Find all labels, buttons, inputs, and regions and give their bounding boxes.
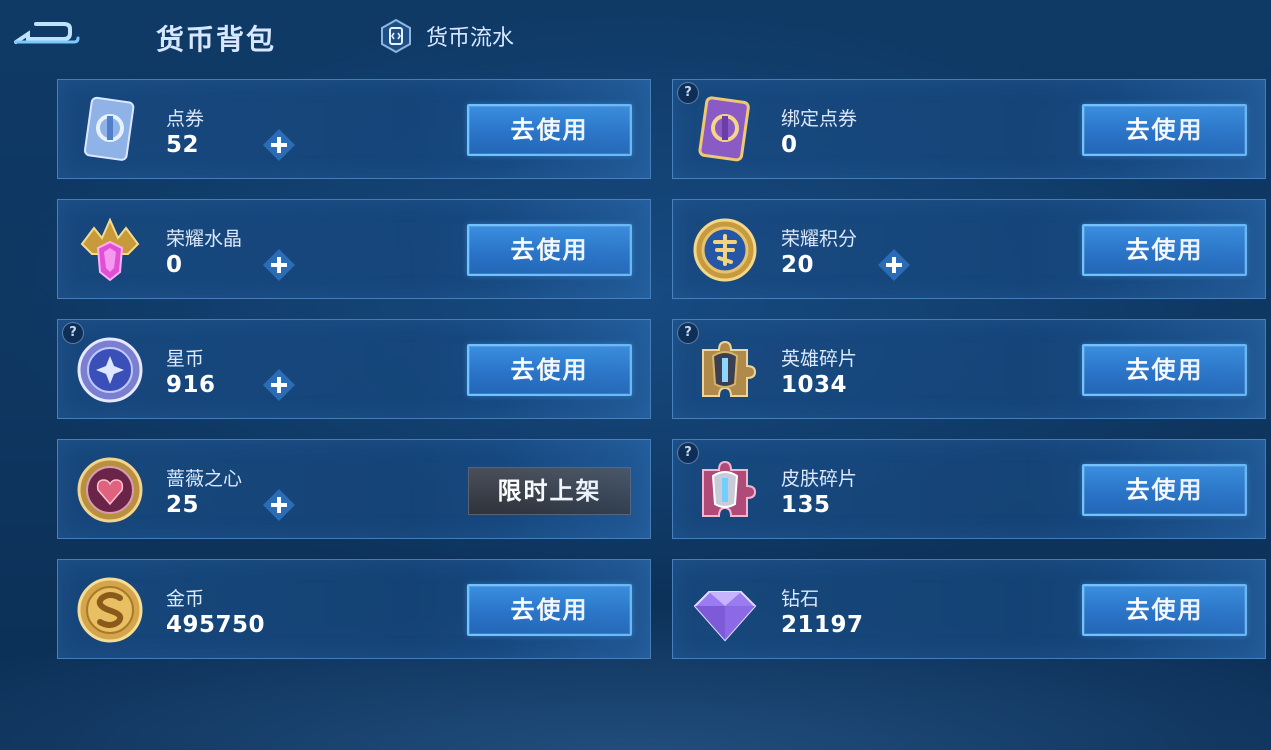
glory-crystal-icon	[74, 214, 146, 286]
add-shuijing-button[interactable]	[263, 249, 295, 281]
back-arrow-icon	[14, 22, 80, 44]
bound-voucher-card-icon	[689, 94, 761, 166]
currency-card-dianquan: 点券 52 去使用	[57, 79, 651, 179]
hero-fragment-icon	[689, 334, 761, 406]
currency-value: 135	[781, 492, 831, 518]
currency-name: 荣耀水晶	[166, 228, 243, 250]
currency-name: 钻石	[781, 588, 820, 610]
use-yingxiong-button[interactable]: 去使用	[1082, 344, 1247, 396]
currency-card-qiangwei: 蔷薇之心 25 限时上架	[57, 439, 651, 539]
currency-card-bangding: ? 绑定点券 0 去使用	[672, 79, 1266, 179]
rose-heart-icon	[74, 454, 146, 526]
currency-value: 20	[781, 252, 815, 278]
add-qiangwei-button[interactable]	[263, 489, 295, 521]
currency-value: 21197	[781, 612, 864, 638]
currency-card-yingxiong: ? 英雄碎片 1034 去使用	[672, 319, 1266, 419]
currency-flow-label: 货币流水	[426, 26, 515, 51]
currency-value: 916	[166, 372, 216, 398]
use-zuanshi-button[interactable]: 去使用	[1082, 584, 1247, 636]
currency-name: 点券	[166, 108, 205, 130]
currency-name: 星币	[166, 348, 205, 370]
skin-fragment-icon	[689, 454, 761, 526]
currency-name: 荣耀积分	[781, 228, 858, 250]
currency-card-shuijing: 荣耀水晶 0 去使用	[57, 199, 651, 299]
use-dianquan-button[interactable]: 去使用	[467, 104, 632, 156]
currency-name: 英雄碎片	[781, 348, 858, 370]
use-bangding-button[interactable]: 去使用	[1082, 104, 1247, 156]
currency-name: 蔷薇之心	[166, 468, 243, 490]
glory-points-icon	[689, 214, 761, 286]
plus-icon	[263, 129, 295, 161]
use-shuijing-button[interactable]: 去使用	[467, 224, 632, 276]
currency-value: 1034	[781, 372, 848, 398]
add-xingbi-button[interactable]	[263, 369, 295, 401]
plus-icon	[878, 249, 910, 281]
voucher-card-icon	[74, 94, 146, 166]
currency-card-zuanshi: 钻石 21197 去使用	[672, 559, 1266, 659]
plus-icon	[263, 369, 295, 401]
gold-coin-icon	[74, 574, 146, 646]
currency-card-jinbi: 金币 495750 去使用	[57, 559, 651, 659]
currency-card-xingbi: ? 星币 916 去使用	[57, 319, 651, 419]
currency-card-jifen: 荣耀积分 20 去使用	[672, 199, 1266, 299]
plus-icon	[263, 489, 295, 521]
currency-value: 25	[166, 492, 200, 518]
currency-flow-link[interactable]: 货币流水	[378, 18, 514, 54]
currency-name: 绑定点券	[781, 108, 858, 130]
currency-card-pifu: ? 皮肤碎片 135 去使用	[672, 439, 1266, 539]
use-pifu-button[interactable]: 去使用	[1082, 464, 1247, 516]
diamond-icon	[689, 574, 761, 646]
plus-icon	[263, 249, 295, 281]
page-title: 货币背包	[156, 23, 277, 56]
use-xingbi-button[interactable]: 去使用	[467, 344, 632, 396]
limited-time-button[interactable]: 限时上架	[468, 467, 631, 515]
star-coin-icon	[74, 334, 146, 406]
add-jifen-button[interactable]	[878, 249, 910, 281]
currency-value: 0	[166, 252, 183, 278]
add-dianquan-button[interactable]	[263, 129, 295, 161]
use-jifen-button[interactable]: 去使用	[1082, 224, 1247, 276]
currency-value: 0	[781, 132, 798, 158]
currency-name: 皮肤碎片	[781, 468, 858, 490]
transaction-flow-icon	[378, 18, 414, 54]
currency-value: 495750	[166, 612, 266, 638]
use-jinbi-button[interactable]: 去使用	[467, 584, 632, 636]
currency-name: 金币	[166, 588, 205, 610]
back-button[interactable]	[10, 14, 82, 56]
currency-value: 52	[166, 132, 200, 158]
